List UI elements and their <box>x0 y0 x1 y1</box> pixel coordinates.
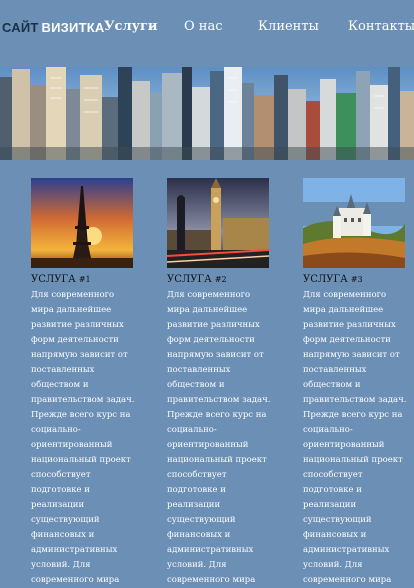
service-number: #2 <box>214 275 227 284</box>
service-title-text: УСЛУГА <box>303 274 348 285</box>
service-image-eiffel-tower <box>31 178 133 268</box>
nav-link-contacts[interactable]: Контакты <box>348 19 414 34</box>
service-title-2: УСЛУГА #2 <box>167 274 271 285</box>
skyline-image <box>0 67 414 160</box>
service-title-text: УСЛУГА <box>167 274 212 285</box>
service-title-3: УСЛУГА #3 <box>303 274 407 285</box>
service-card-2: УСЛУГА #2 Для современного мира дальнейш… <box>167 178 271 588</box>
service-image-castle <box>303 178 405 268</box>
service-description-1: Для современного мира дальнейшее развити… <box>31 290 135 585</box>
site-header: САЙТ ВИЗИТКА Услуги О нас Клиенты Контакт… <box>0 0 414 64</box>
nav-link-clients[interactable]: Клиенты <box>258 19 319 34</box>
logo-part-2: ВИЗИТКА <box>41 20 105 35</box>
logo-part-1: САЙТ <box>2 20 39 35</box>
service-title-text: УСЛУГА <box>31 274 76 285</box>
site-logo[interactable]: САЙТ ВИЗИТКА <box>2 20 104 35</box>
service-card-3: УСЛУГА #3 Для современного мира дальнейш… <box>303 178 407 588</box>
service-image-big-ben <box>167 178 269 268</box>
service-number: #1 <box>78 275 91 284</box>
service-title-1: УСЛУГА #1 <box>31 274 135 285</box>
city-skyline-banner <box>0 67 414 160</box>
service-description-2: Для современного мира дальнейшее развити… <box>167 290 271 585</box>
nav-link-about[interactable]: О нас <box>184 19 223 34</box>
service-number: #3 <box>350 275 363 284</box>
service-description-3: Для современного мира дальнейшее развити… <box>303 290 407 585</box>
service-card-1: УСЛУГА #1 Для современного мира дальнейш… <box>31 178 135 588</box>
nav-link-services[interactable]: Услуги <box>104 19 158 34</box>
